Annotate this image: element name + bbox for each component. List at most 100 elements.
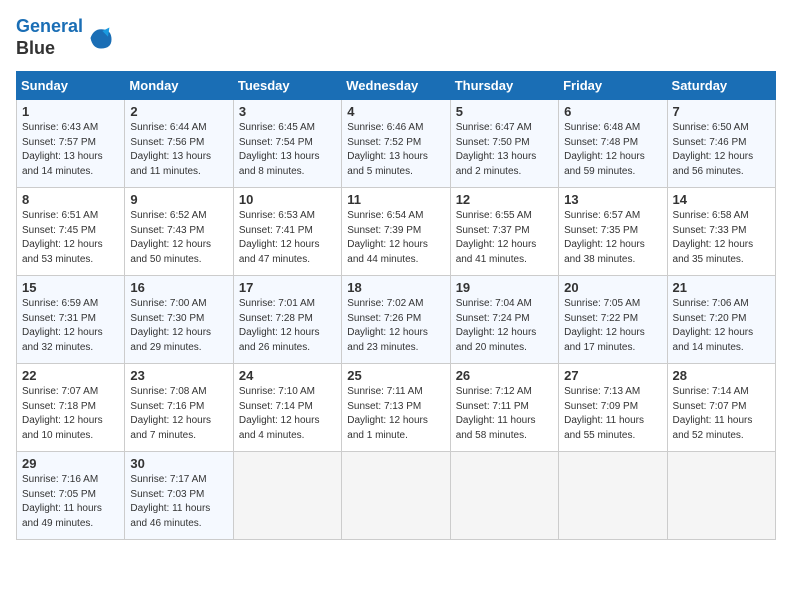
calendar-cell: 18 Sunrise: 7:02 AMSunset: 7:26 PMDaylig… — [342, 276, 450, 364]
week-row-4: 22 Sunrise: 7:07 AMSunset: 7:18 PMDaylig… — [17, 364, 776, 452]
calendar-cell — [559, 452, 667, 540]
header-saturday: Saturday — [667, 72, 775, 100]
header-sunday: Sunday — [17, 72, 125, 100]
day-info: Sunrise: 7:16 AMSunset: 7:05 PMDaylight:… — [22, 473, 119, 531]
day-info: Sunrise: 6:44 AMSunset: 7:56 PMDaylight:… — [130, 121, 227, 179]
calendar-cell: 26 Sunrise: 7:12 AMSunset: 7:11 PMDaylig… — [450, 364, 558, 452]
day-number: 23 — [130, 368, 227, 383]
calendar-cell: 19 Sunrise: 7:04 AMSunset: 7:24 PMDaylig… — [450, 276, 558, 364]
calendar-cell: 4 Sunrise: 6:46 AMSunset: 7:52 PMDayligh… — [342, 100, 450, 188]
day-number: 27 — [564, 368, 661, 383]
calendar-cell: 25 Sunrise: 7:11 AMSunset: 7:13 PMDaylig… — [342, 364, 450, 452]
calendar-cell: 21 Sunrise: 7:06 AMSunset: 7:20 PMDaylig… — [667, 276, 775, 364]
calendar-cell: 7 Sunrise: 6:50 AMSunset: 7:46 PMDayligh… — [667, 100, 775, 188]
calendar-cell: 29 Sunrise: 7:16 AMSunset: 7:05 PMDaylig… — [17, 452, 125, 540]
day-info: Sunrise: 7:10 AMSunset: 7:14 PMDaylight:… — [239, 385, 336, 443]
calendar-cell — [342, 452, 450, 540]
day-number: 28 — [673, 368, 770, 383]
calendar-cell: 14 Sunrise: 6:58 AMSunset: 7:33 PMDaylig… — [667, 188, 775, 276]
calendar-cell: 24 Sunrise: 7:10 AMSunset: 7:14 PMDaylig… — [233, 364, 341, 452]
day-number: 19 — [456, 280, 553, 295]
logo: General Blue — [16, 16, 115, 59]
header-friday: Friday — [559, 72, 667, 100]
day-info: Sunrise: 6:59 AMSunset: 7:31 PMDaylight:… — [22, 297, 119, 355]
day-info: Sunrise: 7:08 AMSunset: 7:16 PMDaylight:… — [130, 385, 227, 443]
day-number: 20 — [564, 280, 661, 295]
day-info: Sunrise: 6:46 AMSunset: 7:52 PMDaylight:… — [347, 121, 444, 179]
day-info: Sunrise: 6:50 AMSunset: 7:46 PMDaylight:… — [673, 121, 770, 179]
day-number: 2 — [130, 104, 227, 119]
week-row-2: 8 Sunrise: 6:51 AMSunset: 7:45 PMDayligh… — [17, 188, 776, 276]
calendar-cell: 2 Sunrise: 6:44 AMSunset: 7:56 PMDayligh… — [125, 100, 233, 188]
day-number: 13 — [564, 192, 661, 207]
calendar-cell: 16 Sunrise: 7:00 AMSunset: 7:30 PMDaylig… — [125, 276, 233, 364]
day-info: Sunrise: 7:07 AMSunset: 7:18 PMDaylight:… — [22, 385, 119, 443]
day-info: Sunrise: 7:13 AMSunset: 7:09 PMDaylight:… — [564, 385, 661, 443]
day-number: 3 — [239, 104, 336, 119]
day-number: 10 — [239, 192, 336, 207]
calendar-cell: 17 Sunrise: 7:01 AMSunset: 7:28 PMDaylig… — [233, 276, 341, 364]
logo-text: General Blue — [16, 16, 83, 59]
week-row-1: 1 Sunrise: 6:43 AMSunset: 7:57 PMDayligh… — [17, 100, 776, 188]
day-info: Sunrise: 7:12 AMSunset: 7:11 PMDaylight:… — [456, 385, 553, 443]
calendar-cell — [450, 452, 558, 540]
calendar-cell — [233, 452, 341, 540]
calendar-cell: 10 Sunrise: 6:53 AMSunset: 7:41 PMDaylig… — [233, 188, 341, 276]
calendar-cell: 13 Sunrise: 6:57 AMSunset: 7:35 PMDaylig… — [559, 188, 667, 276]
calendar-cell: 11 Sunrise: 6:54 AMSunset: 7:39 PMDaylig… — [342, 188, 450, 276]
calendar-cell: 9 Sunrise: 6:52 AMSunset: 7:43 PMDayligh… — [125, 188, 233, 276]
week-row-3: 15 Sunrise: 6:59 AMSunset: 7:31 PMDaylig… — [17, 276, 776, 364]
day-info: Sunrise: 7:17 AMSunset: 7:03 PMDaylight:… — [130, 473, 227, 531]
calendar-cell: 5 Sunrise: 6:47 AMSunset: 7:50 PMDayligh… — [450, 100, 558, 188]
day-info: Sunrise: 6:58 AMSunset: 7:33 PMDaylight:… — [673, 209, 770, 267]
day-number: 11 — [347, 192, 444, 207]
day-info: Sunrise: 6:53 AMSunset: 7:41 PMDaylight:… — [239, 209, 336, 267]
header-thursday: Thursday — [450, 72, 558, 100]
day-info: Sunrise: 7:11 AMSunset: 7:13 PMDaylight:… — [347, 385, 444, 443]
day-number: 29 — [22, 456, 119, 471]
calendar-cell: 23 Sunrise: 7:08 AMSunset: 7:16 PMDaylig… — [125, 364, 233, 452]
day-info: Sunrise: 6:43 AMSunset: 7:57 PMDaylight:… — [22, 121, 119, 179]
day-number: 18 — [347, 280, 444, 295]
day-number: 9 — [130, 192, 227, 207]
day-info: Sunrise: 6:52 AMSunset: 7:43 PMDaylight:… — [130, 209, 227, 267]
day-info: Sunrise: 7:01 AMSunset: 7:28 PMDaylight:… — [239, 297, 336, 355]
calendar-table: SundayMondayTuesdayWednesdayThursdayFrid… — [16, 71, 776, 540]
logo-icon — [87, 24, 115, 52]
day-number: 8 — [22, 192, 119, 207]
day-number: 22 — [22, 368, 119, 383]
day-number: 5 — [456, 104, 553, 119]
calendar-header: SundayMondayTuesdayWednesdayThursdayFrid… — [17, 72, 776, 100]
calendar-cell: 30 Sunrise: 7:17 AMSunset: 7:03 PMDaylig… — [125, 452, 233, 540]
day-info: Sunrise: 6:57 AMSunset: 7:35 PMDaylight:… — [564, 209, 661, 267]
day-number: 12 — [456, 192, 553, 207]
calendar-cell: 8 Sunrise: 6:51 AMSunset: 7:45 PMDayligh… — [17, 188, 125, 276]
day-number: 17 — [239, 280, 336, 295]
day-info: Sunrise: 7:04 AMSunset: 7:24 PMDaylight:… — [456, 297, 553, 355]
day-number: 24 — [239, 368, 336, 383]
calendar-cell: 6 Sunrise: 6:48 AMSunset: 7:48 PMDayligh… — [559, 100, 667, 188]
header-wednesday: Wednesday — [342, 72, 450, 100]
calendar-cell: 22 Sunrise: 7:07 AMSunset: 7:18 PMDaylig… — [17, 364, 125, 452]
calendar-cell: 12 Sunrise: 6:55 AMSunset: 7:37 PMDaylig… — [450, 188, 558, 276]
calendar-cell: 28 Sunrise: 7:14 AMSunset: 7:07 PMDaylig… — [667, 364, 775, 452]
day-info: Sunrise: 7:02 AMSunset: 7:26 PMDaylight:… — [347, 297, 444, 355]
page-header: General Blue — [16, 16, 776, 59]
day-info: Sunrise: 6:54 AMSunset: 7:39 PMDaylight:… — [347, 209, 444, 267]
day-number: 26 — [456, 368, 553, 383]
calendar-cell — [667, 452, 775, 540]
day-info: Sunrise: 7:05 AMSunset: 7:22 PMDaylight:… — [564, 297, 661, 355]
calendar-cell: 1 Sunrise: 6:43 AMSunset: 7:57 PMDayligh… — [17, 100, 125, 188]
day-info: Sunrise: 7:14 AMSunset: 7:07 PMDaylight:… — [673, 385, 770, 443]
day-number: 4 — [347, 104, 444, 119]
day-info: Sunrise: 7:06 AMSunset: 7:20 PMDaylight:… — [673, 297, 770, 355]
calendar-cell: 27 Sunrise: 7:13 AMSunset: 7:09 PMDaylig… — [559, 364, 667, 452]
day-info: Sunrise: 6:51 AMSunset: 7:45 PMDaylight:… — [22, 209, 119, 267]
day-info: Sunrise: 6:48 AMSunset: 7:48 PMDaylight:… — [564, 121, 661, 179]
calendar-cell: 3 Sunrise: 6:45 AMSunset: 7:54 PMDayligh… — [233, 100, 341, 188]
day-number: 25 — [347, 368, 444, 383]
calendar-cell: 15 Sunrise: 6:59 AMSunset: 7:31 PMDaylig… — [17, 276, 125, 364]
day-info: Sunrise: 6:55 AMSunset: 7:37 PMDaylight:… — [456, 209, 553, 267]
day-number: 30 — [130, 456, 227, 471]
day-info: Sunrise: 6:45 AMSunset: 7:54 PMDaylight:… — [239, 121, 336, 179]
